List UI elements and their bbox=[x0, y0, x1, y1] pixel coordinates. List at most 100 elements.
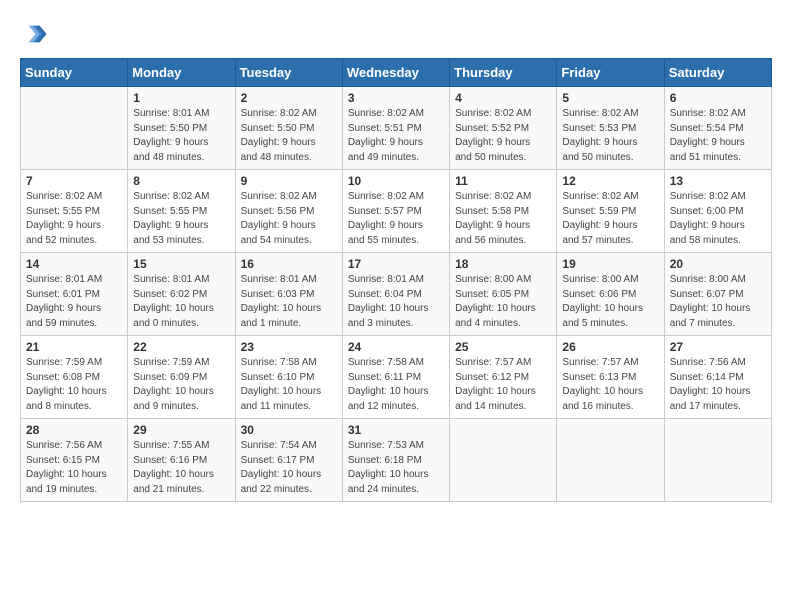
calendar-cell: 29 Sunrise: 7:55 AM Sunset: 6:16 PM Dayli… bbox=[128, 419, 235, 502]
day-number: 31 bbox=[348, 423, 444, 437]
day-info: Sunrise: 8:00 AM Sunset: 6:06 PM Dayligh… bbox=[562, 273, 658, 331]
weekday-header-thursday: Thursday bbox=[450, 59, 557, 87]
calendar-cell: 2 Sunrise: 8:02 AM Sunset: 5:50 PM Daylig… bbox=[235, 87, 342, 170]
calendar-cell: 8Sunrise: 8:02 AM Sunset: 5:55 PM Daylig… bbox=[128, 170, 235, 253]
day-number: 19 bbox=[562, 257, 658, 271]
calendar-cell: 7Sunrise: 8:02 AM Sunset: 5:55 PM Daylig… bbox=[21, 170, 128, 253]
day-number: 27 bbox=[670, 340, 766, 354]
calendar-cell: 18 Sunrise: 8:00 AM Sunset: 6:05 PM Dayli… bbox=[450, 253, 557, 336]
day-number: 14 bbox=[26, 257, 122, 271]
calendar-cell bbox=[664, 419, 771, 502]
day-info: Sunrise: 8:00 AM Sunset: 6:05 PM Dayligh… bbox=[455, 273, 551, 331]
calendar-cell: 1 Sunrise: 8:01 AM Sunset: 5:50 PM Daylig… bbox=[128, 87, 235, 170]
day-number: 25 bbox=[455, 340, 551, 354]
calendar-week-row: 28 Sunrise: 7:56 AM Sunset: 6:15 PM Dayli… bbox=[21, 419, 772, 502]
calendar-week-row: 1 Sunrise: 8:01 AM Sunset: 5:50 PM Daylig… bbox=[21, 87, 772, 170]
weekday-header-sunday: Sunday bbox=[21, 59, 128, 87]
calendar-cell: 25 Sunrise: 7:57 AM Sunset: 6:12 PM Dayli… bbox=[450, 336, 557, 419]
calendar-week-row: 21 Sunrise: 7:59 AM Sunset: 6:08 PM Dayli… bbox=[21, 336, 772, 419]
weekday-header-monday: Monday bbox=[128, 59, 235, 87]
day-info: Sunrise: 7:59 AM Sunset: 6:09 PM Dayligh… bbox=[133, 356, 229, 414]
day-info: Sunrise: 7:57 AM Sunset: 6:12 PM Dayligh… bbox=[455, 356, 551, 414]
day-info: Sunrise: 8:01 AM Sunset: 6:02 PM Dayligh… bbox=[133, 273, 229, 331]
calendar-cell: 10 Sunrise: 8:02 AM Sunset: 5:57 PM Dayli… bbox=[342, 170, 449, 253]
weekday-header-tuesday: Tuesday bbox=[235, 59, 342, 87]
day-number: 9 bbox=[241, 174, 337, 188]
day-number: 30 bbox=[241, 423, 337, 437]
day-number: 10 bbox=[348, 174, 444, 188]
calendar-cell: 13 Sunrise: 8:02 AM Sunset: 6:00 PM Dayli… bbox=[664, 170, 771, 253]
day-number: 6 bbox=[670, 91, 766, 105]
calendar-cell bbox=[21, 87, 128, 170]
calendar-cell: 27 Sunrise: 7:56 AM Sunset: 6:14 PM Dayli… bbox=[664, 336, 771, 419]
calendar-cell: 26Sunrise: 7:57 AM Sunset: 6:13 PM Dayli… bbox=[557, 336, 664, 419]
calendar-cell: 22 Sunrise: 7:59 AM Sunset: 6:09 PM Dayli… bbox=[128, 336, 235, 419]
day-info: Sunrise: 7:57 AM Sunset: 6:13 PM Dayligh… bbox=[562, 356, 658, 414]
day-info: Sunrise: 7:53 AM Sunset: 6:18 PM Dayligh… bbox=[348, 439, 444, 497]
calendar-cell: 6 Sunrise: 8:02 AM Sunset: 5:54 PM Daylig… bbox=[664, 87, 771, 170]
calendar-cell: 31 Sunrise: 7:53 AM Sunset: 6:18 PM Dayli… bbox=[342, 419, 449, 502]
calendar-cell: 3Sunrise: 8:02 AM Sunset: 5:51 PM Daylig… bbox=[342, 87, 449, 170]
day-info: Sunrise: 8:02 AM Sunset: 5:56 PM Dayligh… bbox=[241, 190, 337, 248]
day-number: 20 bbox=[670, 257, 766, 271]
day-number: 18 bbox=[455, 257, 551, 271]
day-info: Sunrise: 7:56 AM Sunset: 6:14 PM Dayligh… bbox=[670, 356, 766, 414]
calendar-cell: 4 Sunrise: 8:02 AM Sunset: 5:52 PM Daylig… bbox=[450, 87, 557, 170]
weekday-header-wednesday: Wednesday bbox=[342, 59, 449, 87]
page-header bbox=[20, 20, 772, 48]
weekday-header-friday: Friday bbox=[557, 59, 664, 87]
day-number: 29 bbox=[133, 423, 229, 437]
day-info: Sunrise: 7:55 AM Sunset: 6:16 PM Dayligh… bbox=[133, 439, 229, 497]
day-info: Sunrise: 8:02 AM Sunset: 5:55 PM Dayligh… bbox=[133, 190, 229, 248]
logo-icon bbox=[20, 20, 48, 48]
calendar-header-row: SundayMondayTuesdayWednesdayThursdayFrid… bbox=[21, 59, 772, 87]
day-number: 24 bbox=[348, 340, 444, 354]
calendar-table: SundayMondayTuesdayWednesdayThursdayFrid… bbox=[20, 58, 772, 502]
day-number: 17 bbox=[348, 257, 444, 271]
day-number: 22 bbox=[133, 340, 229, 354]
day-number: 15 bbox=[133, 257, 229, 271]
calendar-cell: 11Sunrise: 8:02 AM Sunset: 5:58 PM Dayli… bbox=[450, 170, 557, 253]
day-info: Sunrise: 8:02 AM Sunset: 5:59 PM Dayligh… bbox=[562, 190, 658, 248]
day-info: Sunrise: 8:02 AM Sunset: 5:55 PM Dayligh… bbox=[26, 190, 122, 248]
day-number: 3 bbox=[348, 91, 444, 105]
day-number: 1 bbox=[133, 91, 229, 105]
day-info: Sunrise: 8:02 AM Sunset: 5:54 PM Dayligh… bbox=[670, 107, 766, 165]
day-number: 21 bbox=[26, 340, 122, 354]
day-number: 12 bbox=[562, 174, 658, 188]
day-info: Sunrise: 8:02 AM Sunset: 5:52 PM Dayligh… bbox=[455, 107, 551, 165]
day-number: 4 bbox=[455, 91, 551, 105]
day-info: Sunrise: 8:02 AM Sunset: 5:57 PM Dayligh… bbox=[348, 190, 444, 248]
calendar-cell: 20Sunrise: 8:00 AM Sunset: 6:07 PM Dayli… bbox=[664, 253, 771, 336]
day-info: Sunrise: 8:02 AM Sunset: 5:50 PM Dayligh… bbox=[241, 107, 337, 165]
day-info: Sunrise: 8:01 AM Sunset: 6:01 PM Dayligh… bbox=[26, 273, 122, 331]
calendar-cell: 9 Sunrise: 8:02 AM Sunset: 5:56 PM Daylig… bbox=[235, 170, 342, 253]
calendar-cell: 14 Sunrise: 8:01 AM Sunset: 6:01 PM Dayli… bbox=[21, 253, 128, 336]
day-info: Sunrise: 7:56 AM Sunset: 6:15 PM Dayligh… bbox=[26, 439, 122, 497]
calendar-week-row: 14 Sunrise: 8:01 AM Sunset: 6:01 PM Dayli… bbox=[21, 253, 772, 336]
calendar-cell: 21 Sunrise: 7:59 AM Sunset: 6:08 PM Dayli… bbox=[21, 336, 128, 419]
day-info: Sunrise: 8:01 AM Sunset: 5:50 PM Dayligh… bbox=[133, 107, 229, 165]
calendar-cell: 16Sunrise: 8:01 AM Sunset: 6:03 PM Dayli… bbox=[235, 253, 342, 336]
calendar-cell bbox=[557, 419, 664, 502]
day-info: Sunrise: 7:58 AM Sunset: 6:11 PM Dayligh… bbox=[348, 356, 444, 414]
calendar-cell: 30Sunrise: 7:54 AM Sunset: 6:17 PM Dayli… bbox=[235, 419, 342, 502]
calendar-cell: 5 Sunrise: 8:02 AM Sunset: 5:53 PM Daylig… bbox=[557, 87, 664, 170]
calendar-cell: 23Sunrise: 7:58 AM Sunset: 6:10 PM Dayli… bbox=[235, 336, 342, 419]
day-number: 16 bbox=[241, 257, 337, 271]
day-number: 5 bbox=[562, 91, 658, 105]
calendar-cell: 17Sunrise: 8:01 AM Sunset: 6:04 PM Dayli… bbox=[342, 253, 449, 336]
day-number: 11 bbox=[455, 174, 551, 188]
calendar-cell: 19 Sunrise: 8:00 AM Sunset: 6:06 PM Dayli… bbox=[557, 253, 664, 336]
day-info: Sunrise: 7:58 AM Sunset: 6:10 PM Dayligh… bbox=[241, 356, 337, 414]
day-info: Sunrise: 7:59 AM Sunset: 6:08 PM Dayligh… bbox=[26, 356, 122, 414]
day-info: Sunrise: 8:02 AM Sunset: 5:53 PM Dayligh… bbox=[562, 107, 658, 165]
calendar-week-row: 7Sunrise: 8:02 AM Sunset: 5:55 PM Daylig… bbox=[21, 170, 772, 253]
weekday-header-saturday: Saturday bbox=[664, 59, 771, 87]
day-number: 13 bbox=[670, 174, 766, 188]
day-number: 2 bbox=[241, 91, 337, 105]
day-number: 28 bbox=[26, 423, 122, 437]
calendar-cell bbox=[450, 419, 557, 502]
day-info: Sunrise: 8:02 AM Sunset: 6:00 PM Dayligh… bbox=[670, 190, 766, 248]
calendar-cell: 15 Sunrise: 8:01 AM Sunset: 6:02 PM Dayli… bbox=[128, 253, 235, 336]
